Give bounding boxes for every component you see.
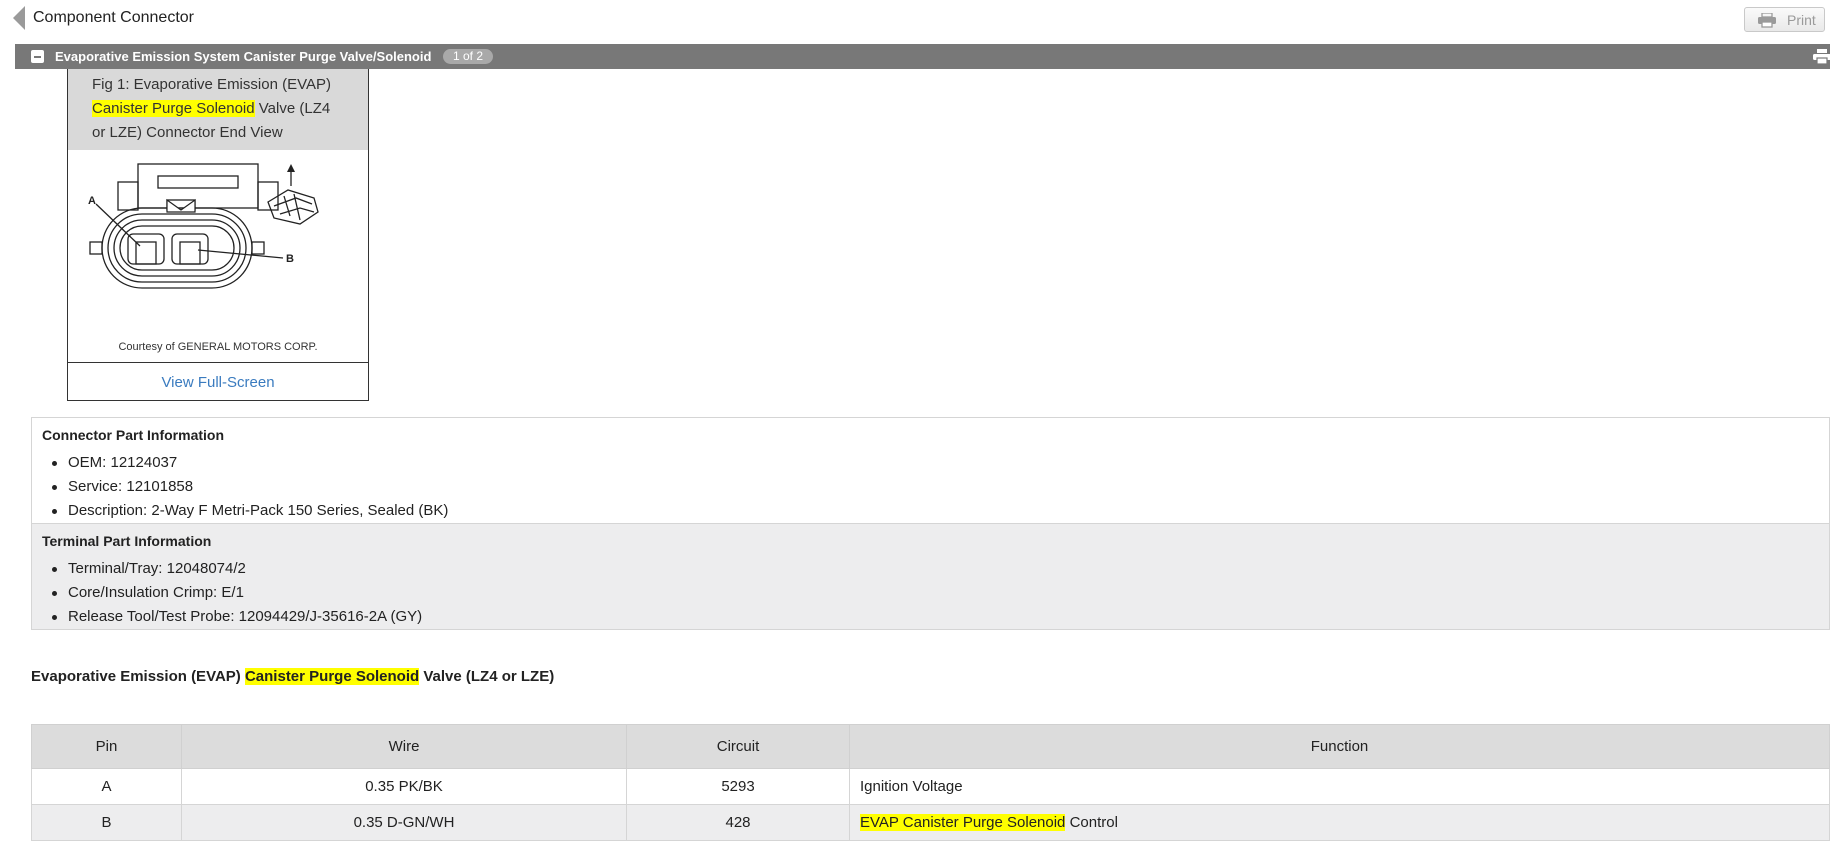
- function-highlight: EVAP Canister Purge Solenoid: [860, 814, 1066, 831]
- terminal-info-heading: Terminal Part Information: [42, 533, 212, 549]
- connector-end-view-drawing: A B: [68, 150, 368, 360]
- section-title: Evaporative Emission System Canister Pur…: [55, 49, 432, 64]
- pin-table: Pin Wire Circuit Function A 0.35 PK/BK 5…: [31, 724, 1830, 841]
- connector-info-list: OEM: 12124037 Service: 12101858 Descript…: [42, 451, 448, 523]
- wire-cell: 0.35 PK/BK: [181, 768, 627, 805]
- section-header: Evaporative Emission System Canister Pur…: [15, 44, 1830, 69]
- printer-icon: [1757, 12, 1777, 31]
- connector-part-info: Connector Part Information OEM: 12124037…: [31, 417, 1830, 524]
- wire-cell: 0.35 D-GN/WH: [181, 804, 627, 841]
- function-cell: Ignition Voltage: [849, 768, 1830, 805]
- function-text: Ignition Voltage: [860, 778, 963, 795]
- list-item: Core/Insulation Crimp: E/1: [42, 581, 422, 605]
- list-item: Description: 2-Way F Metri-Pack 150 Seri…: [42, 499, 448, 523]
- pager-badge: 1 of 2: [443, 49, 494, 64]
- column-header-pin: Pin: [31, 724, 182, 769]
- figure-divider: [68, 362, 368, 363]
- terminal-part-info: Terminal Part Information Terminal/Tray:…: [31, 523, 1830, 630]
- top-bar: Component Connector Print: [0, 0, 1830, 40]
- caption-text-start: Fig 1: Evaporative Emission (EVAP): [92, 76, 331, 93]
- view-full-screen-link[interactable]: View Full-Screen: [68, 374, 368, 391]
- table-title-start: Evaporative Emission (EVAP): [31, 668, 241, 685]
- table-title-highlight: Canister Purge Solenoid: [244, 668, 420, 685]
- function-text: Control: [1069, 814, 1118, 831]
- figure-card: Fig 1: Evaporative Emission (EVAP) Canis…: [67, 69, 369, 401]
- table-row: A 0.35 PK/BK 5293 Ignition Voltage: [31, 768, 1830, 805]
- circuit-cell: 428: [626, 804, 850, 841]
- print-button-label: Print: [1787, 12, 1816, 28]
- figure-caption: Fig 1: Evaporative Emission (EVAP) Canis…: [68, 69, 368, 150]
- back-arrow-icon[interactable]: [13, 6, 25, 30]
- list-item: Service: 12101858: [42, 475, 448, 499]
- column-header-circuit: Circuit: [626, 724, 850, 769]
- column-header-function: Function: [849, 724, 1830, 769]
- pin-a-label: A: [88, 195, 96, 207]
- pin-table-title: Evaporative Emission (EVAP) Canister Pur…: [31, 668, 554, 685]
- pin-b-label: B: [286, 253, 294, 265]
- circuit-cell: 5293: [626, 768, 850, 805]
- list-item: OEM: 12124037: [42, 451, 448, 475]
- list-item: Release Tool/Test Probe: 12094429/J-3561…: [42, 605, 422, 629]
- pin-cell: B: [31, 804, 182, 841]
- table-row: B 0.35 D-GN/WH 428 EVAP Canister Purge S…: [31, 804, 1830, 841]
- collapse-icon[interactable]: [31, 50, 44, 63]
- figure-courtesy: Courtesy of GENERAL MOTORS CORP.: [118, 341, 318, 353]
- function-cell: EVAP Canister Purge Solenoid Control: [849, 804, 1830, 841]
- terminal-info-list: Terminal/Tray: 12048074/2 Core/Insulatio…: [42, 557, 422, 629]
- connector-info-heading: Connector Part Information: [42, 427, 225, 443]
- table-header-row: Pin Wire Circuit Function: [31, 724, 1830, 769]
- table-title-end: Valve (LZ4 or LZE): [423, 668, 555, 685]
- section-print-icon[interactable]: [1813, 49, 1830, 69]
- pin-cell: A: [31, 768, 182, 805]
- column-header-wire: Wire: [181, 724, 627, 769]
- caption-highlight: Canister Purge Solenoid: [92, 100, 255, 117]
- list-item: Terminal/Tray: 12048074/2: [42, 557, 422, 581]
- page-title[interactable]: Component Connector: [33, 9, 194, 27]
- print-button[interactable]: Print: [1744, 7, 1825, 32]
